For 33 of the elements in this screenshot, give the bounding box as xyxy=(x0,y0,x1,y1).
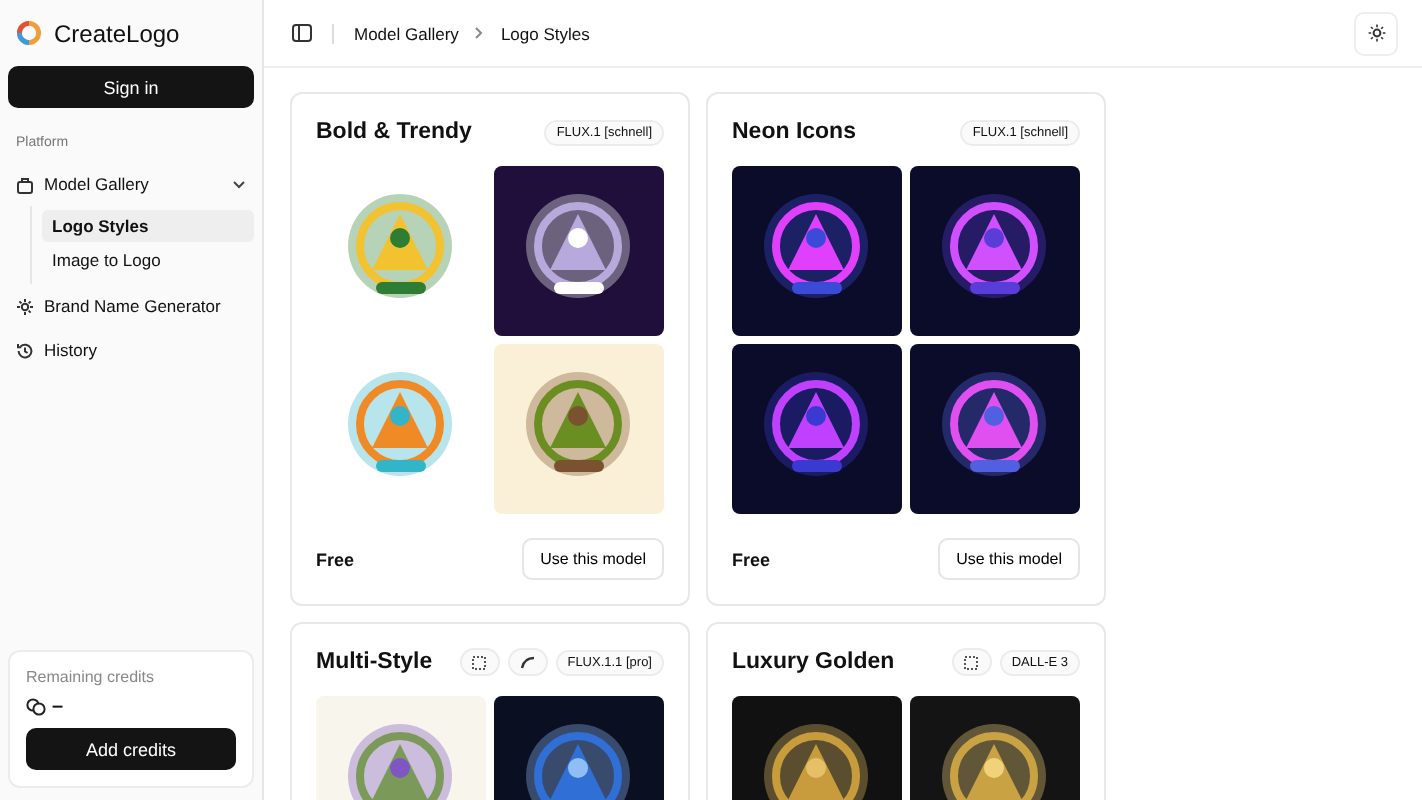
credits-value: – xyxy=(52,696,64,718)
chevron-icon xyxy=(232,179,246,189)
sidebar-item[interactable]: Model Gallery xyxy=(8,162,254,206)
sidebar-item[interactable]: Brand Name Generator xyxy=(8,284,254,328)
sidebar-subitem[interactable]: Image to Logo xyxy=(42,244,254,276)
coins-icon xyxy=(26,698,46,716)
bag-icon xyxy=(16,175,34,193)
sidebar-item[interactable]: History xyxy=(8,328,254,372)
square-icon xyxy=(472,655,487,669)
card-title: Luxury Golden xyxy=(732,650,897,674)
use-model-button[interactable]: Use this model xyxy=(522,538,664,580)
brand-name: CreateLogo xyxy=(54,19,180,47)
sign-in-button[interactable]: Sign in xyxy=(8,66,254,108)
sun-icon xyxy=(1367,24,1385,42)
sidebar-toggle-icon[interactable] xyxy=(292,24,312,42)
add-credits-button[interactable]: Add credits xyxy=(26,728,236,770)
price-label: Free xyxy=(732,549,771,569)
logo-icon xyxy=(16,20,42,46)
sidebar-subitem[interactable]: Logo Styles xyxy=(42,210,254,242)
use-model-button[interactable]: Use this model xyxy=(938,538,1080,580)
sparkle-icon xyxy=(16,297,34,315)
breadcrumb-item[interactable]: Model Gallery xyxy=(354,23,459,43)
breadcrumb-item: Logo Styles xyxy=(500,23,590,43)
history-icon xyxy=(16,341,34,359)
card-title: Bold & Trendy xyxy=(316,120,474,144)
chevron-icon xyxy=(474,26,485,40)
card-title: Neon Icons xyxy=(732,120,858,144)
curve-icon xyxy=(519,655,536,669)
square-icon xyxy=(964,655,979,669)
price-label: Free xyxy=(316,549,355,569)
theme-toggle-button[interactable] xyxy=(1354,11,1398,55)
card-title: Multi-Style xyxy=(316,650,435,674)
credits-label: Remaining credits xyxy=(26,668,157,686)
